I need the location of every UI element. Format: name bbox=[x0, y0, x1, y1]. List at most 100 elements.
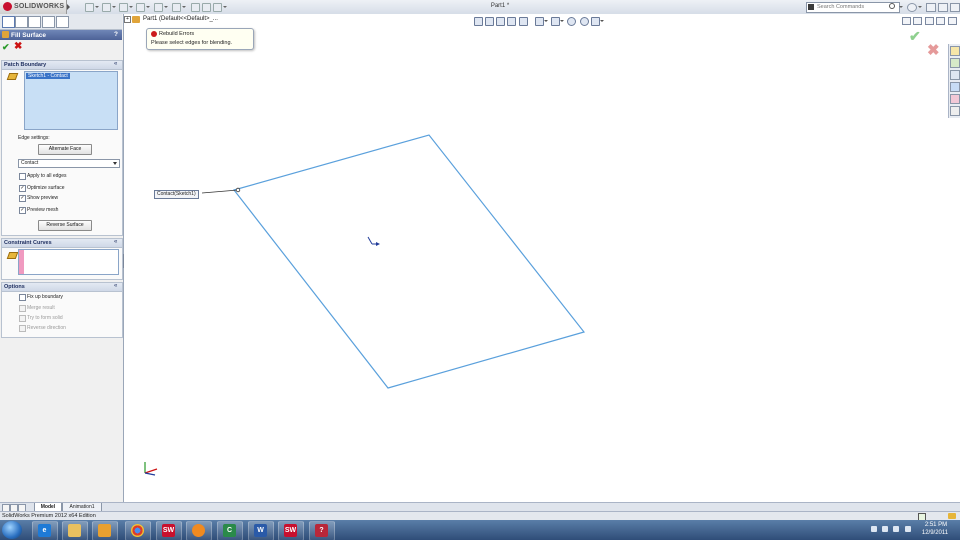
restore-window-icon[interactable] bbox=[938, 3, 948, 12]
contact-callout[interactable]: Contact(Sketch1) bbox=[154, 190, 199, 199]
menu-expand-arrow-icon[interactable] bbox=[67, 4, 70, 10]
open-dropdown-icon[interactable] bbox=[112, 6, 116, 8]
clock-time[interactable]: 2:51 PM bbox=[922, 522, 950, 528]
property-manager-tab[interactable] bbox=[15, 16, 28, 28]
save-icon[interactable] bbox=[119, 3, 128, 12]
internet-explorer-icon: e bbox=[38, 524, 51, 537]
search-scope-icon[interactable] bbox=[808, 4, 814, 10]
status-edit-icon[interactable] bbox=[948, 513, 956, 519]
new-document-icon[interactable] bbox=[85, 3, 94, 12]
taskbar-outlook[interactable] bbox=[92, 521, 118, 541]
search-placeholder: Search Commands bbox=[817, 4, 865, 10]
new-dropdown-icon[interactable] bbox=[95, 6, 99, 8]
solidworks-icon: SW bbox=[284, 524, 297, 537]
edge-selection-icon bbox=[6, 73, 19, 80]
contact-point-marker bbox=[235, 187, 241, 193]
save-dropdown-icon[interactable] bbox=[129, 6, 133, 8]
select-dropdown-icon[interactable] bbox=[182, 6, 186, 8]
selection-color-bar bbox=[19, 250, 24, 274]
fix-up-boundary-label: Fix up boundary bbox=[27, 294, 63, 300]
taskbar-chrome[interactable] bbox=[125, 521, 151, 541]
patch-boundary-group: Patch Boundary « Sketch1 - Contact Edge … bbox=[1, 60, 123, 236]
options-title: Options bbox=[4, 284, 25, 290]
tooltip-title: Rebuild Errors bbox=[159, 31, 195, 37]
taskbar-solidworks-2[interactable]: SW bbox=[278, 521, 304, 541]
help-icon[interactable] bbox=[907, 3, 917, 12]
undo-icon[interactable] bbox=[154, 3, 163, 12]
try-to-form-solid-label: Try to form solid bbox=[27, 315, 63, 321]
close-window-icon[interactable] bbox=[950, 3, 960, 12]
merge-result-checkbox bbox=[19, 305, 26, 312]
help-dropdown-icon[interactable] bbox=[918, 6, 922, 8]
origin-marker bbox=[367, 236, 380, 246]
fix-up-boundary-checkbox[interactable] bbox=[19, 294, 26, 301]
reverse-direction-checkbox bbox=[19, 325, 26, 332]
network-icon[interactable] bbox=[893, 526, 899, 532]
sketch-canvas[interactable] bbox=[124, 14, 960, 502]
select-icon[interactable] bbox=[172, 3, 181, 12]
show-hidden-icons[interactable] bbox=[871, 526, 877, 532]
preview-mesh-checkbox[interactable]: ✓ bbox=[19, 207, 26, 214]
collapse-chevron-icon[interactable]: « bbox=[114, 239, 117, 245]
fill-surface-icon bbox=[2, 31, 9, 38]
taskbar-media-player[interactable] bbox=[186, 521, 212, 541]
taskbar-file-explorer[interactable] bbox=[62, 521, 88, 541]
triad-axes-icon bbox=[144, 462, 158, 476]
taskbar-word[interactable]: W bbox=[248, 521, 274, 541]
constraint-curves-list[interactable] bbox=[18, 249, 119, 275]
print-dropdown-icon[interactable] bbox=[146, 6, 150, 8]
edge-condition-select[interactable]: Contact bbox=[18, 159, 120, 168]
minimize-window-icon[interactable] bbox=[926, 3, 936, 12]
edge-settings-label: Edge settings: bbox=[18, 135, 50, 141]
feature-manager-tab[interactable] bbox=[2, 16, 15, 28]
constraint-curves-header[interactable]: Constraint Curves « bbox=[2, 239, 122, 248]
taskbar-internet-explorer[interactable]: e bbox=[32, 521, 58, 541]
status-text: SolidWorks Premium 2012 x64 Edition bbox=[2, 513, 96, 519]
configuration-manager-tab[interactable] bbox=[28, 16, 41, 28]
show-preview-checkbox[interactable]: ✓ bbox=[19, 195, 26, 202]
search-icon[interactable] bbox=[889, 3, 895, 9]
folder-icon bbox=[68, 524, 81, 537]
alternate-face-button[interactable]: Alternate Face bbox=[38, 144, 92, 155]
help-button[interactable]: ? bbox=[114, 31, 118, 38]
optimize-surface-label: Optimize surface bbox=[27, 185, 65, 191]
show-preview-label: Show preview bbox=[27, 195, 59, 201]
taskbar-solidworks[interactable]: SW bbox=[156, 521, 182, 541]
options-dropdown-icon[interactable] bbox=[223, 6, 227, 8]
patch-boundary-list[interactable]: Sketch1 - Contact bbox=[24, 71, 118, 130]
start-button[interactable] bbox=[2, 521, 22, 539]
options-header[interactable]: Options « bbox=[2, 283, 122, 292]
solidworks-explorer-icon: ? bbox=[315, 524, 328, 537]
file-properties-icon[interactable] bbox=[202, 3, 211, 12]
reverse-direction-label: Reverse direction bbox=[27, 325, 66, 331]
solidworks-menu-button[interactable]: SOLIDWORKS bbox=[0, 0, 67, 14]
rebuild-icon[interactable] bbox=[191, 3, 200, 12]
dimxpert-manager-tab[interactable] bbox=[42, 16, 55, 28]
clock-date[interactable]: 12/9/2011 bbox=[918, 530, 952, 536]
volume-icon[interactable] bbox=[905, 526, 911, 532]
search-dropdown-icon[interactable] bbox=[899, 6, 903, 8]
windows-taskbar: e SW C W SW ? bbox=[0, 520, 960, 541]
ok-button[interactable]: ✔ bbox=[2, 42, 10, 53]
taskbar-camtasia[interactable]: C bbox=[217, 521, 243, 541]
print-icon[interactable] bbox=[136, 3, 145, 12]
collapse-chevron-icon[interactable]: « bbox=[114, 61, 117, 67]
media-player-icon bbox=[192, 524, 205, 537]
optimize-surface-checkbox[interactable]: ✓ bbox=[19, 185, 26, 192]
apply-to-all-edges-checkbox[interactable] bbox=[19, 173, 26, 180]
flag-icon[interactable] bbox=[882, 526, 888, 532]
display-manager-tab[interactable] bbox=[56, 16, 69, 28]
options-icon[interactable] bbox=[213, 3, 222, 12]
try-to-form-solid-checkbox bbox=[19, 315, 26, 322]
taskbar-solidworks-explorer[interactable]: ? bbox=[309, 521, 335, 541]
collapse-chevron-icon[interactable]: « bbox=[114, 283, 117, 289]
cancel-button[interactable]: ✖ bbox=[14, 41, 22, 52]
app-logo-text: SOLIDWORKS bbox=[14, 3, 65, 10]
search-commands-field[interactable]: Search Commands bbox=[806, 2, 900, 13]
list-item[interactable]: Sketch1 - Contact bbox=[26, 73, 70, 79]
undo-dropdown-icon[interactable] bbox=[164, 6, 168, 8]
property-manager-header: Fill Surface ? bbox=[0, 30, 122, 40]
open-icon[interactable] bbox=[102, 3, 111, 12]
patch-boundary-header[interactable]: Patch Boundary « bbox=[2, 61, 122, 70]
reverse-surface-button[interactable]: Reverse Surface bbox=[38, 220, 92, 231]
